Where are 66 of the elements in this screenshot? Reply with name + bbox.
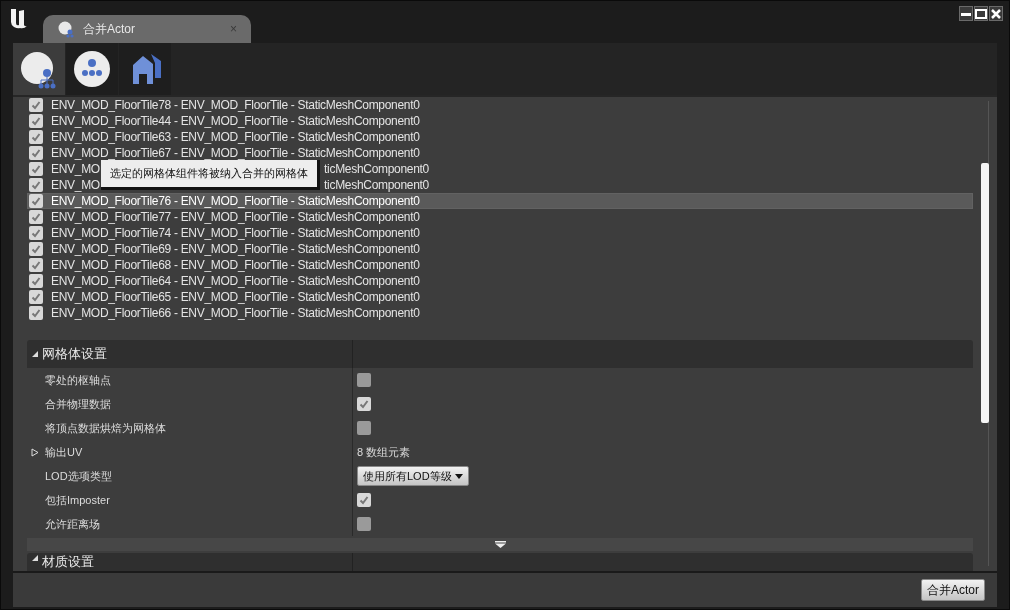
checkbox[interactable]: [29, 210, 43, 224]
caret-icon: [454, 473, 463, 479]
property-label: 合并物理数据: [45, 396, 111, 412]
component-name: ENV_MOD_FloorTile78 - ENV_MOD_FloorTile - StaticMeshComponent0: [51, 97, 420, 114]
checkbox[interactable]: [29, 274, 43, 288]
actor-icon: [57, 20, 75, 38]
component-name: ENV_MOD_FloorTile63 - ENV_MOD_FloorTile - StaticMeshComponent0: [51, 129, 420, 146]
checkbox[interactable]: [357, 517, 371, 531]
check-icon: [359, 399, 369, 409]
array-count: 8 数组元素: [357, 444, 411, 460]
component-name: ENV_MO: [51, 161, 100, 178]
component-name: ENV_MOD_FloorTile65 - ENV_MOD_FloorTile - StaticMeshComponent0: [51, 289, 420, 306]
checkbox[interactable]: [357, 373, 371, 387]
toolbar-tab[interactable]: [13, 43, 65, 95]
checkbox[interactable]: [29, 146, 43, 160]
checkbox[interactable]: [357, 397, 371, 411]
close-button[interactable]: [989, 6, 1003, 21]
component-name: ticMeshComponent0: [324, 177, 429, 194]
property-label: 允许距离场: [45, 516, 100, 532]
section-header[interactable]: 网格体设置: [27, 340, 973, 368]
logo-icon: [8, 7, 28, 29]
checkbox[interactable]: [29, 258, 43, 272]
check-icon: [359, 495, 369, 505]
checkbox[interactable]: [29, 98, 43, 112]
property-label: LOD选项类型: [45, 468, 112, 484]
tab-title: 合并Actor: [83, 21, 136, 38]
checkbox[interactable]: [29, 242, 43, 256]
component-name: ENV_MO: [51, 177, 100, 194]
checkbox[interactable]: [29, 178, 43, 192]
merge-actor-button[interactable]: 合并Actor: [921, 579, 985, 601]
maximize-icon: [975, 8, 987, 19]
checkbox[interactable]: [29, 226, 43, 240]
property-label: 将顶点数据烘焙为网格体: [45, 420, 166, 436]
component-name: ENV_MOD_FloorTile64 - ENV_MOD_FloorTile - StaticMeshComponent0: [51, 273, 420, 290]
component-name: ENV_MOD_FloorTile44 - ENV_MOD_FloorTile - StaticMeshComponent0: [51, 113, 420, 130]
minimize-button[interactable]: [959, 6, 973, 21]
property-label: 零处的枢轴点: [45, 372, 111, 388]
component-name: ENV_MOD_FloorTile66 - ENV_MOD_FloorTile - StaticMeshComponent0: [51, 305, 420, 322]
component-name: ENV_MOD_FloorTile77 - ENV_MOD_FloorTile - StaticMeshComponent0: [51, 209, 420, 226]
component-name: ENV_MOD_FloorTile67 - ENV_MOD_FloorTile - StaticMeshComponent0: [51, 145, 420, 162]
scrollbar-thumb[interactable]: [981, 163, 989, 423]
section-title: 材质设置: [42, 554, 94, 569]
maximize-button[interactable]: [974, 6, 988, 21]
checkbox[interactable]: [29, 162, 43, 176]
component-name: ENV_MOD_FloorTile69 - ENV_MOD_FloorTile - StaticMeshComponent0: [51, 241, 420, 258]
checkbox[interactable]: [29, 114, 43, 128]
checkbox[interactable]: [357, 421, 371, 435]
checkbox[interactable]: [357, 493, 371, 507]
section-header[interactable]: 材质设置: [27, 553, 973, 571]
component-name: ENV_MOD_FloorTile74 - ENV_MOD_FloorTile - StaticMeshComponent0: [51, 225, 420, 242]
dropdown[interactable]: 使用所有LOD等级: [357, 466, 469, 486]
toolbar-tab[interactable]: [66, 43, 118, 95]
checkbox[interactable]: [29, 194, 43, 208]
checkbox[interactable]: [29, 306, 43, 320]
property-label: 输出UV: [45, 444, 83, 460]
component-name: ticMeshComponent0: [324, 161, 429, 178]
expand-arrow-icon: [494, 541, 506, 548]
component-name: ENV_MOD_FloorTile76 - ENV_MOD_FloorTile - StaticMeshComponent0: [51, 193, 420, 210]
checkbox[interactable]: [29, 290, 43, 304]
component-name: ENV_MOD_FloorTile68 - ENV_MOD_FloorTile - StaticMeshComponent0: [51, 257, 420, 274]
section-title: 网格体设置: [42, 345, 107, 364]
window-tab[interactable]: 合并Actor ×: [43, 15, 251, 43]
checkbox[interactable]: [29, 130, 43, 144]
list-row[interactable]: ENV_MOD_FloorTile76 - ENV_MOD_FloorTile - StaticMeshComponent0: [27, 193, 973, 209]
property-label: 包括Imposter: [45, 492, 110, 508]
close-icon: [990, 8, 1002, 19]
